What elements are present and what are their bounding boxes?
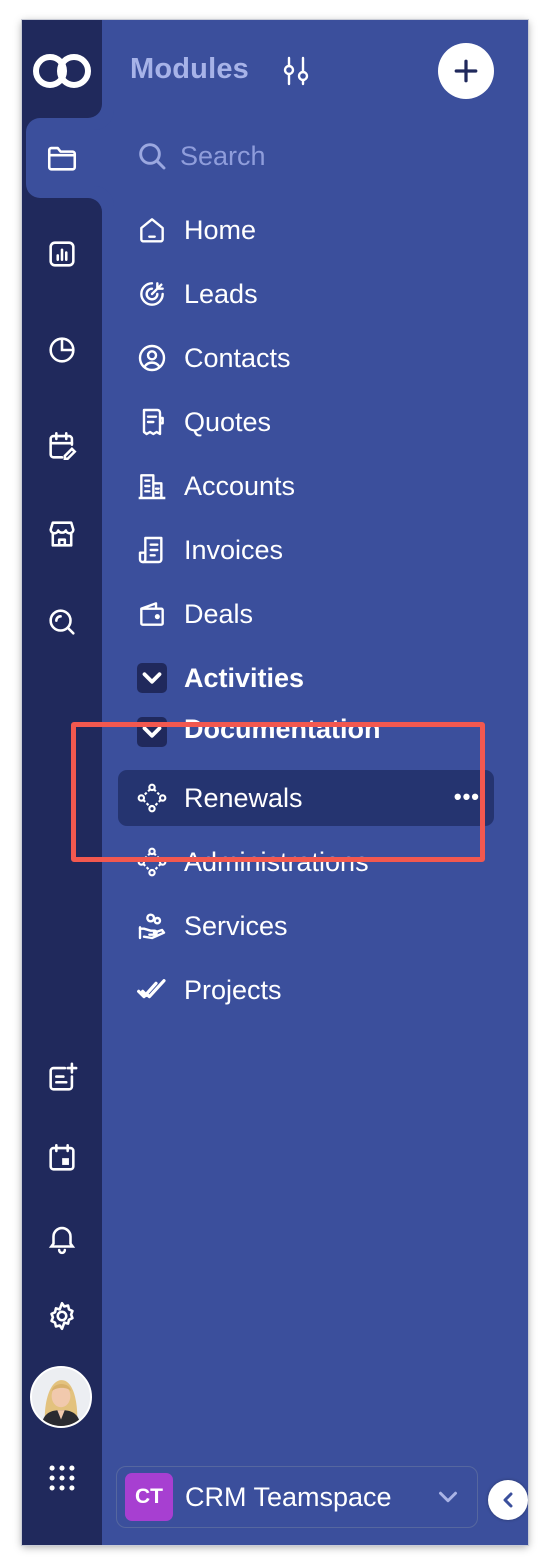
receipt-icon (134, 404, 170, 440)
module-item-services[interactable]: Services (118, 898, 494, 954)
calendar-icon[interactable] (42, 1138, 82, 1178)
teamspace-switcher[interactable]: CT CRM Teamspace (116, 1466, 478, 1528)
module-label: Renewals (184, 782, 303, 813)
user-avatar[interactable] (30, 1366, 92, 1428)
bell-icon[interactable] (42, 1218, 82, 1258)
module-item-quotes[interactable]: Quotes (118, 394, 494, 450)
calendar-edit-icon[interactable] (42, 426, 82, 466)
chevron-down-icon (439, 1491, 457, 1503)
search-input[interactable]: Search (136, 136, 266, 176)
store-icon[interactable] (42, 514, 82, 554)
search-icon (139, 143, 166, 170)
search-placeholder: Search (180, 140, 266, 171)
apps-grid-icon[interactable] (42, 1458, 82, 1498)
contact-icon (134, 340, 170, 376)
target-icon (134, 276, 170, 312)
module-item-administrations[interactable]: Administrations (118, 834, 494, 890)
module-item-projects[interactable]: Projects (118, 962, 494, 1018)
home-icon (134, 212, 170, 248)
filter-settings-icon[interactable] (282, 54, 310, 88)
module-label: Deals (184, 598, 254, 629)
modules-panel: Modules Search Home Leads Contacts Quote… (102, 20, 528, 1545)
teamspace-name: CRM Teamspace (185, 1481, 392, 1512)
folder-icon[interactable] (42, 138, 82, 178)
collapse-sidebar-button[interactable] (488, 1480, 528, 1520)
new-note-icon[interactable] (42, 1058, 82, 1098)
module-label: Contacts (184, 342, 291, 373)
chevron-down-icon[interactable] (137, 663, 167, 693)
module-group-documentation[interactable]: Documentation (118, 710, 494, 750)
search-analytics-icon[interactable] (42, 602, 82, 642)
gear-icon[interactable] (42, 1296, 82, 1336)
nodes-icon (134, 780, 170, 816)
module-label: Services (184, 910, 288, 941)
module-item-accounts[interactable]: Accounts (118, 458, 494, 514)
module-item-leads[interactable]: Leads (118, 266, 494, 322)
module-label: Leads (184, 278, 258, 309)
chevron-down-icon[interactable] (137, 717, 167, 747)
module-group-activities[interactable]: Activities (118, 650, 494, 706)
module-label: Accounts (184, 470, 296, 501)
module-item-contacts[interactable]: Contacts (118, 330, 494, 386)
building-icon (134, 468, 170, 504)
icon-rail (22, 20, 102, 1545)
module-label: Home (184, 214, 257, 245)
panel-title: Modules (130, 53, 250, 85)
teamspace-badge: CT (125, 1473, 173, 1521)
module-item-invoices[interactable]: Invoices (118, 522, 494, 578)
module-item-deals[interactable]: Deals (118, 586, 494, 642)
invoice-icon (134, 532, 170, 568)
nodes-icon (134, 844, 170, 880)
more-options-icon[interactable]: ••• (454, 784, 480, 810)
chevron-left-icon (503, 1492, 513, 1508)
group-toggle (134, 660, 170, 696)
module-label: Administrations (184, 846, 369, 877)
double-check-icon (134, 972, 170, 1008)
app-window: Modules Search Home Leads Contacts Quote… (22, 20, 528, 1545)
add-module-button[interactable] (438, 43, 494, 99)
hand-service-icon (134, 908, 170, 944)
app-logo-icon[interactable] (30, 48, 94, 94)
module-item-renewals[interactable]: Renewals ••• (118, 770, 494, 826)
module-label: Quotes (184, 406, 272, 437)
group-toggle (134, 714, 170, 750)
report-icon[interactable] (42, 234, 82, 274)
module-item-home[interactable]: Home (118, 202, 494, 258)
module-group-label: Documentation (184, 714, 381, 744)
module-group-label: Activities (184, 662, 305, 693)
pie-chart-icon[interactable] (42, 330, 82, 370)
module-label: Invoices (184, 534, 284, 565)
wallet-icon (134, 596, 170, 632)
module-label: Projects (184, 974, 282, 1005)
